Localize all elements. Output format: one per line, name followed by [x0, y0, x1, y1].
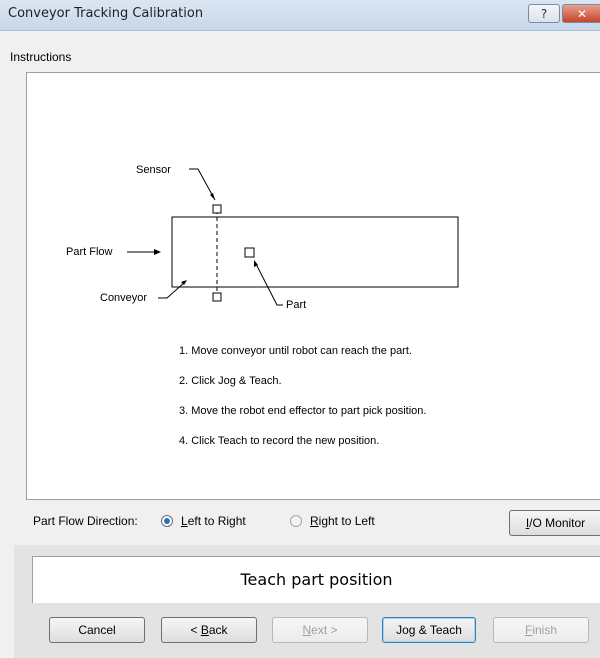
step-title: Teach part position: [240, 570, 393, 589]
window-title: Conveyor Tracking Calibration: [8, 6, 204, 21]
sensor-top-square: [212, 204, 222, 214]
conveyor-belt: [171, 216, 459, 288]
part-leader: [254, 261, 283, 306]
step-panel: Teach part position: [32, 556, 600, 603]
conveyor-tracking-dialog: Conveyor Tracking Calibration ? ✕ Instru…: [0, 0, 600, 658]
title-bar: Conveyor Tracking Calibration ? ✕: [0, 0, 600, 31]
finish-button[interactable]: Finish: [493, 617, 589, 643]
next-button[interactable]: Next >: [272, 617, 368, 643]
back-button[interactable]: < Back: [161, 617, 257, 643]
jog-teach-button[interactable]: Jog & Teach: [382, 617, 476, 643]
instruction-step-1: 1. Move conveyor until robot can reach t…: [179, 345, 412, 357]
right-to-left-radio[interactable]: [290, 515, 302, 527]
right-to-left-label[interactable]: Right to Left: [310, 514, 375, 528]
instruction-step-2: 2. Click Jog & Teach.: [179, 375, 282, 387]
help-button[interactable]: ?: [528, 4, 560, 23]
part-square: [244, 247, 255, 258]
conveyor-label: Conveyor: [100, 292, 148, 304]
cancel-button[interactable]: Cancel: [49, 617, 145, 643]
part-label: Part: [286, 299, 307, 311]
part-flow-direction-label: Part Flow Direction:: [33, 514, 138, 528]
part-flow-label: Part Flow: [66, 246, 113, 258]
io-monitor-button[interactable]: I/O Monitor: [509, 510, 600, 536]
left-to-right-label[interactable]: Left to Right: [181, 514, 246, 528]
sensor-label: Sensor: [136, 164, 171, 176]
instruction-step-3: 3. Move the robot end effector to part p…: [179, 405, 427, 417]
left-to-right-radio[interactable]: [161, 515, 173, 527]
instructions-panel: Sensor Part Flow Conveyor Part 1. Move c…: [26, 72, 600, 500]
sensor-bottom-square: [212, 292, 222, 302]
instruction-step-4: 4. Click Teach to record the new positio…: [179, 435, 380, 447]
close-button[interactable]: ✕: [562, 4, 600, 23]
instructions-group-label: Instructions: [10, 50, 72, 64]
